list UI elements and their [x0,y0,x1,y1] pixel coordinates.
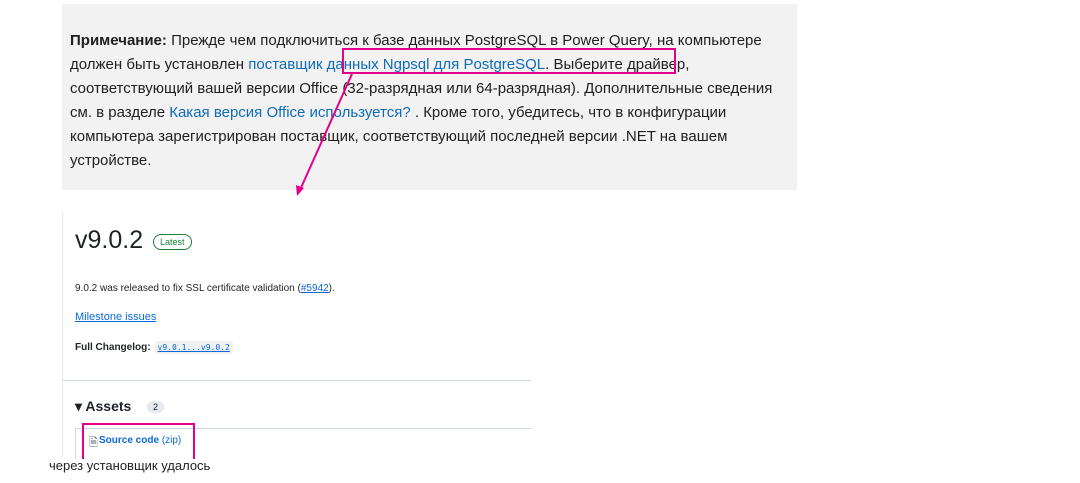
note-paragraph: Примечание: Прежде чем подключиться к ба… [70,29,795,173]
release-description: 9.0.2 was released to fix SSL certificat… [75,283,335,294]
release-desc-suffix: ). [328,283,335,294]
provider-link[interactable]: поставщик данных Ngpsql для PostgreSQL [248,56,545,73]
note-label: Примечание: [70,32,167,49]
source-code-zip-link[interactable]: Source code (zip) [99,435,181,446]
asset-name: Source code [99,435,160,446]
latest-badge: Latest [153,234,192,250]
office-version-link[interactable]: Какая версия Office используется? [169,104,410,121]
changelog-label: Full Changelog: [75,342,151,353]
asset-ext: (zip) [161,435,182,446]
divider [63,380,531,381]
release-desc-prefix: 9.0.2 was released to fix SSL certificat… [75,283,301,294]
note-panel: Примечание: Прежде чем подключиться к ба… [62,4,797,190]
release-card: v9.0.2 Latest 9.0.2 was released to fix … [62,212,532,459]
release-tag[interactable]: v9.0.2 [75,226,143,255]
full-changelog: Full Changelog: v9.0.1...v9.0.2 [75,341,233,354]
milestone-issues-link[interactable]: Milestone issues [75,311,156,323]
assets-toggle[interactable]: ▾ Assets [75,398,131,415]
zip-file-icon: 🗎 [89,437,98,449]
issue-link[interactable]: #5942 [301,283,329,294]
caption-text: через установщик удалось [49,458,211,473]
assets-count: 2 [147,401,165,413]
changelog-compare-link[interactable]: v9.0.1...v9.0.2 [154,341,233,354]
